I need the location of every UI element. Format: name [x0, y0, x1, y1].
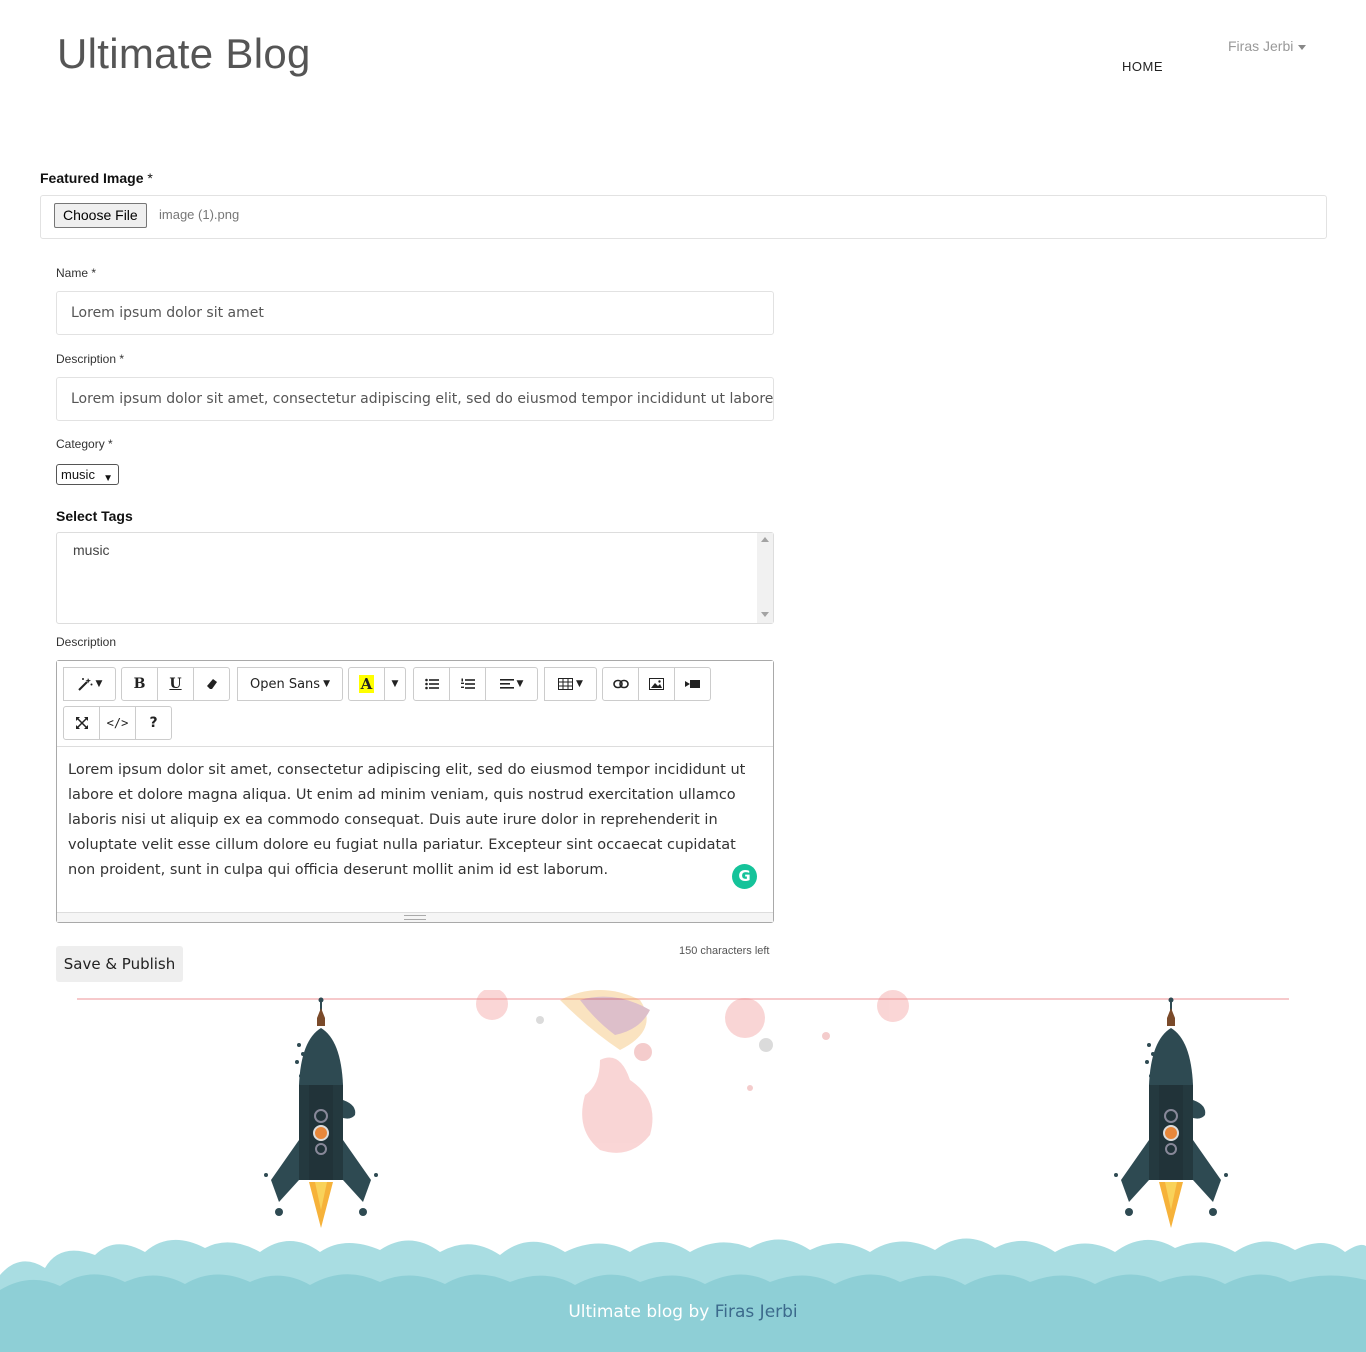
editor-resize-handle[interactable]	[57, 912, 773, 922]
chevron-down-icon: ▼	[103, 473, 113, 484]
site-title[interactable]: Ultimate Blog	[57, 30, 311, 78]
color-dropdown-button[interactable]: ▼	[384, 667, 406, 701]
insert-image-button[interactable]	[638, 667, 675, 701]
required-mark: *	[119, 352, 125, 366]
chars-left-counter: 150 characters left	[679, 945, 770, 957]
rich-text-editor: ▼ B U Open Sans ▼ A ▼ ▼ ▼ </> ? Lorem ip…	[56, 660, 774, 923]
name-input[interactable]: Lorem ipsum dolor sit amet	[56, 291, 774, 335]
insert-table-button[interactable]: ▼	[544, 667, 597, 701]
clouds	[0, 1238, 1366, 1352]
tag-option[interactable]: music	[73, 542, 110, 558]
eraser-icon	[206, 679, 217, 689]
tags-multiselect[interactable]: music	[56, 532, 774, 624]
required-mark: *	[147, 170, 153, 186]
dropdown-caret-icon: ▼	[576, 679, 583, 689]
caret-down-icon	[1298, 44, 1307, 50]
font-family-select[interactable]: Open Sans ▼	[237, 667, 343, 701]
editor-toolbar: ▼ B U Open Sans ▼ A ▼ ▼ ▼ </> ?	[57, 661, 773, 747]
dropdown-caret-icon: ▼	[95, 679, 103, 689]
choose-file-button[interactable]: Choose File	[54, 203, 147, 228]
description-label: Description *	[56, 352, 124, 366]
description-label-text: Description	[56, 352, 117, 366]
text-color-icon: A	[358, 675, 375, 693]
underline-button[interactable]: U	[157, 667, 194, 701]
user-menu[interactable]: Firas Jerbi	[1228, 38, 1307, 54]
footer-author-link[interactable]: Firas Jerbi	[715, 1302, 798, 1322]
content-label: Description	[56, 635, 117, 649]
numbered-list-icon	[460, 678, 475, 689]
description-input[interactable]: Lorem ipsum dolor sit amet, consectetur …	[56, 377, 774, 421]
grip-icon	[404, 915, 426, 920]
save-publish-button[interactable]: Save & Publish	[56, 946, 183, 982]
unordered-list-button[interactable]	[413, 667, 450, 701]
select-tags-label: Select Tags	[56, 508, 133, 524]
editor-content[interactable]: Lorem ipsum dolor sit amet, consectetur …	[68, 758, 764, 883]
expand-arrows-icon	[75, 717, 88, 729]
category-label-text: Category	[56, 437, 105, 451]
picture-icon	[649, 678, 664, 690]
rocket-left	[264, 997, 378, 1228]
name-label-text: Name	[56, 266, 89, 280]
magic-wand-icon	[77, 678, 93, 691]
dropdown-caret-icon: ▼	[516, 679, 524, 689]
video-icon	[685, 680, 700, 688]
decorative-bubbles	[476, 990, 909, 1153]
clear-format-button[interactable]	[193, 667, 230, 701]
table-icon	[558, 678, 574, 690]
help-button[interactable]: ?	[135, 706, 172, 740]
insert-link-button[interactable]	[602, 667, 639, 701]
rocket-right	[1114, 997, 1228, 1228]
ordered-list-button[interactable]	[449, 667, 486, 701]
link-icon	[612, 679, 629, 689]
grammarly-icon[interactable]: G	[732, 864, 757, 889]
insert-video-button[interactable]	[674, 667, 711, 701]
align-left-icon	[499, 679, 514, 689]
category-select[interactable]: music ▼	[56, 464, 119, 485]
name-label: Name *	[56, 266, 96, 280]
scroll-down-icon[interactable]	[761, 612, 769, 617]
tags-scrollbar[interactable]	[757, 533, 773, 623]
featured-image-field: Choose File image (1).png	[40, 195, 1327, 239]
scroll-up-icon[interactable]	[761, 537, 769, 542]
font-family-value: Open Sans	[249, 676, 321, 692]
highlight-color-button[interactable]: A	[348, 667, 385, 701]
featured-image-label-text: Featured Image	[40, 170, 144, 186]
style-magic-button[interactable]: ▼	[63, 667, 116, 701]
bold-button[interactable]: B	[121, 667, 158, 701]
footer-credit-text: Ultimate blog by	[568, 1302, 710, 1322]
featured-image-label: Featured Image *	[40, 170, 153, 186]
bullet-list-icon	[424, 678, 439, 690]
category-selected-value: music	[61, 467, 95, 482]
code-view-button[interactable]: </>	[99, 706, 136, 740]
footer-credit: Ultimate blog by Firas Jerbi	[0, 1302, 1366, 1322]
required-mark: *	[91, 266, 97, 280]
fullscreen-button[interactable]	[63, 706, 100, 740]
category-label: Category *	[56, 437, 113, 451]
user-name: Firas Jerbi	[1228, 38, 1294, 54]
selected-file-name: image (1).png	[159, 207, 240, 222]
nav-home-link[interactable]: HOME	[1122, 59, 1163, 74]
paragraph-align-button[interactable]: ▼	[485, 667, 538, 701]
footer-illustration	[0, 990, 1366, 1352]
dropdown-caret-icon: ▼	[323, 679, 330, 689]
dropdown-caret-icon: ▼	[391, 679, 399, 689]
required-mark: *	[108, 437, 113, 451]
